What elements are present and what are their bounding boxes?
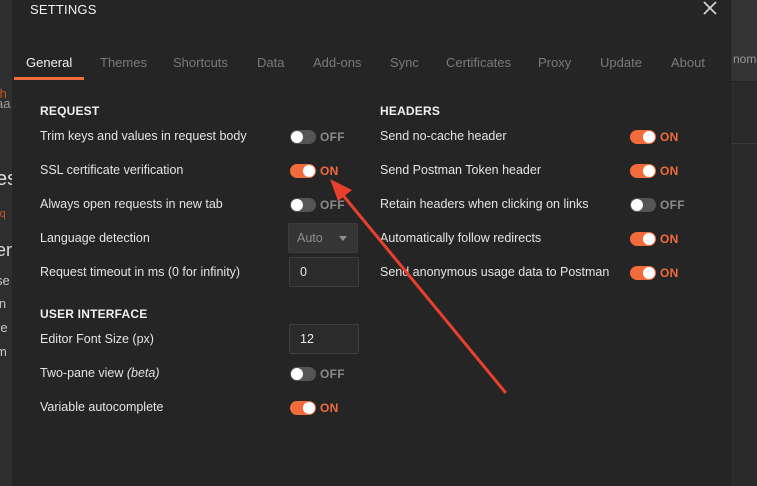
- no-cache-state: ON: [660, 130, 679, 144]
- open-new-tab-label: Always open requests in new tab: [40, 197, 223, 211]
- no-cache-label: Send no-cache header: [380, 129, 507, 143]
- timeout-input[interactable]: [289, 257, 359, 287]
- variable-autocomplete-toggle[interactable]: [290, 401, 316, 415]
- two-pane-label: Two-pane view (beta): [40, 366, 160, 380]
- bg-fragment: nome: [733, 52, 757, 66]
- open-new-tab-toggle[interactable]: [290, 198, 316, 212]
- bg-fragment: se: [0, 273, 10, 288]
- retain-headers-label: Retain headers when clicking on links: [380, 197, 589, 211]
- timeout-label: Request timeout in ms (0 for infinity): [40, 265, 241, 279]
- trim-keys-state: OFF: [320, 130, 345, 144]
- two-pane-toggle[interactable]: [290, 367, 316, 381]
- retain-headers-state: OFF: [660, 198, 685, 212]
- bg-fragment: rq: [0, 208, 6, 220]
- bg-fragment: m: [0, 344, 7, 359]
- tab-themes[interactable]: Themes: [100, 48, 147, 80]
- postman-token-label: Send Postman Token header: [380, 163, 541, 177]
- variable-autocomplete-state: ON: [320, 401, 339, 415]
- postman-token-toggle[interactable]: [630, 164, 656, 178]
- bg-fragment: th: [0, 86, 7, 101]
- tab-general[interactable]: General: [13, 48, 85, 80]
- trim-keys-label: Trim keys and values in request body: [40, 129, 247, 143]
- editor-font-size-input[interactable]: [289, 324, 359, 354]
- settings-modal: SETTINGS General Themes Shortcuts Data A…: [12, 0, 730, 486]
- postman-token-state: ON: [660, 164, 679, 178]
- follow-redirects-state: ON: [660, 232, 679, 246]
- usage-data-label: Send anonymous usage data to Postman: [380, 265, 610, 279]
- bg-fragment: es: [0, 168, 12, 190]
- trim-keys-toggle[interactable]: [290, 130, 316, 144]
- tab-about[interactable]: About: [671, 48, 705, 80]
- no-cache-toggle[interactable]: [630, 130, 656, 144]
- ssl-verification-state: ON: [320, 164, 339, 178]
- background-app-right-edge: nome: [730, 0, 757, 486]
- background-app-left-edge: aa th es rq en se in re m: [0, 0, 12, 486]
- tab-shortcuts[interactable]: Shortcuts: [173, 48, 228, 80]
- follow-redirects-label: Automatically follow redirects: [380, 231, 542, 245]
- usage-data-state: ON: [660, 266, 679, 280]
- close-icon[interactable]: [702, 0, 718, 16]
- variable-autocomplete-label: Variable autocomplete: [40, 400, 164, 414]
- bg-fragment: re: [0, 320, 8, 335]
- two-pane-beta: (beta): [126, 366, 160, 380]
- editor-font-size-label: Editor Font Size (px): [40, 332, 154, 346]
- chevron-down-icon: [339, 236, 347, 241]
- two-pane-state: OFF: [320, 367, 345, 381]
- bg-divider: [731, 143, 757, 144]
- two-pane-label-text: Two-pane view: [40, 366, 124, 380]
- language-detection-value: Auto: [297, 231, 323, 245]
- section-title-request: REQUEST: [40, 104, 100, 118]
- section-title-headers: HEADERS: [380, 104, 441, 118]
- language-detection-label: Language detection: [40, 231, 150, 245]
- tab-add-ons[interactable]: Add-ons: [313, 48, 361, 80]
- modal-header: SETTINGS: [12, 0, 730, 30]
- tab-certificates[interactable]: Certificates: [446, 48, 511, 80]
- follow-redirects-toggle[interactable]: [630, 232, 656, 246]
- ssl-verification-toggle[interactable]: [290, 164, 316, 178]
- modal-title: SETTINGS: [30, 2, 97, 17]
- tab-sync[interactable]: Sync: [390, 48, 419, 80]
- open-new-tab-state: OFF: [320, 198, 345, 212]
- ssl-verification-label: SSL certificate verification: [40, 163, 184, 177]
- bg-fragment: en: [0, 240, 12, 260]
- section-title-user-interface: USER INTERFACE: [40, 307, 148, 321]
- usage-data-toggle[interactable]: [630, 266, 656, 280]
- tab-update[interactable]: Update: [600, 48, 642, 80]
- settings-tabs: General Themes Shortcuts Data Add-ons Sy…: [12, 48, 730, 80]
- tab-proxy[interactable]: Proxy: [538, 48, 571, 80]
- bg-fragment: in: [0, 296, 7, 311]
- retain-headers-toggle[interactable]: [630, 198, 656, 212]
- bg-header-bar: nome: [731, 0, 757, 82]
- language-detection-select[interactable]: Auto: [288, 223, 358, 253]
- tab-data[interactable]: Data: [257, 48, 284, 80]
